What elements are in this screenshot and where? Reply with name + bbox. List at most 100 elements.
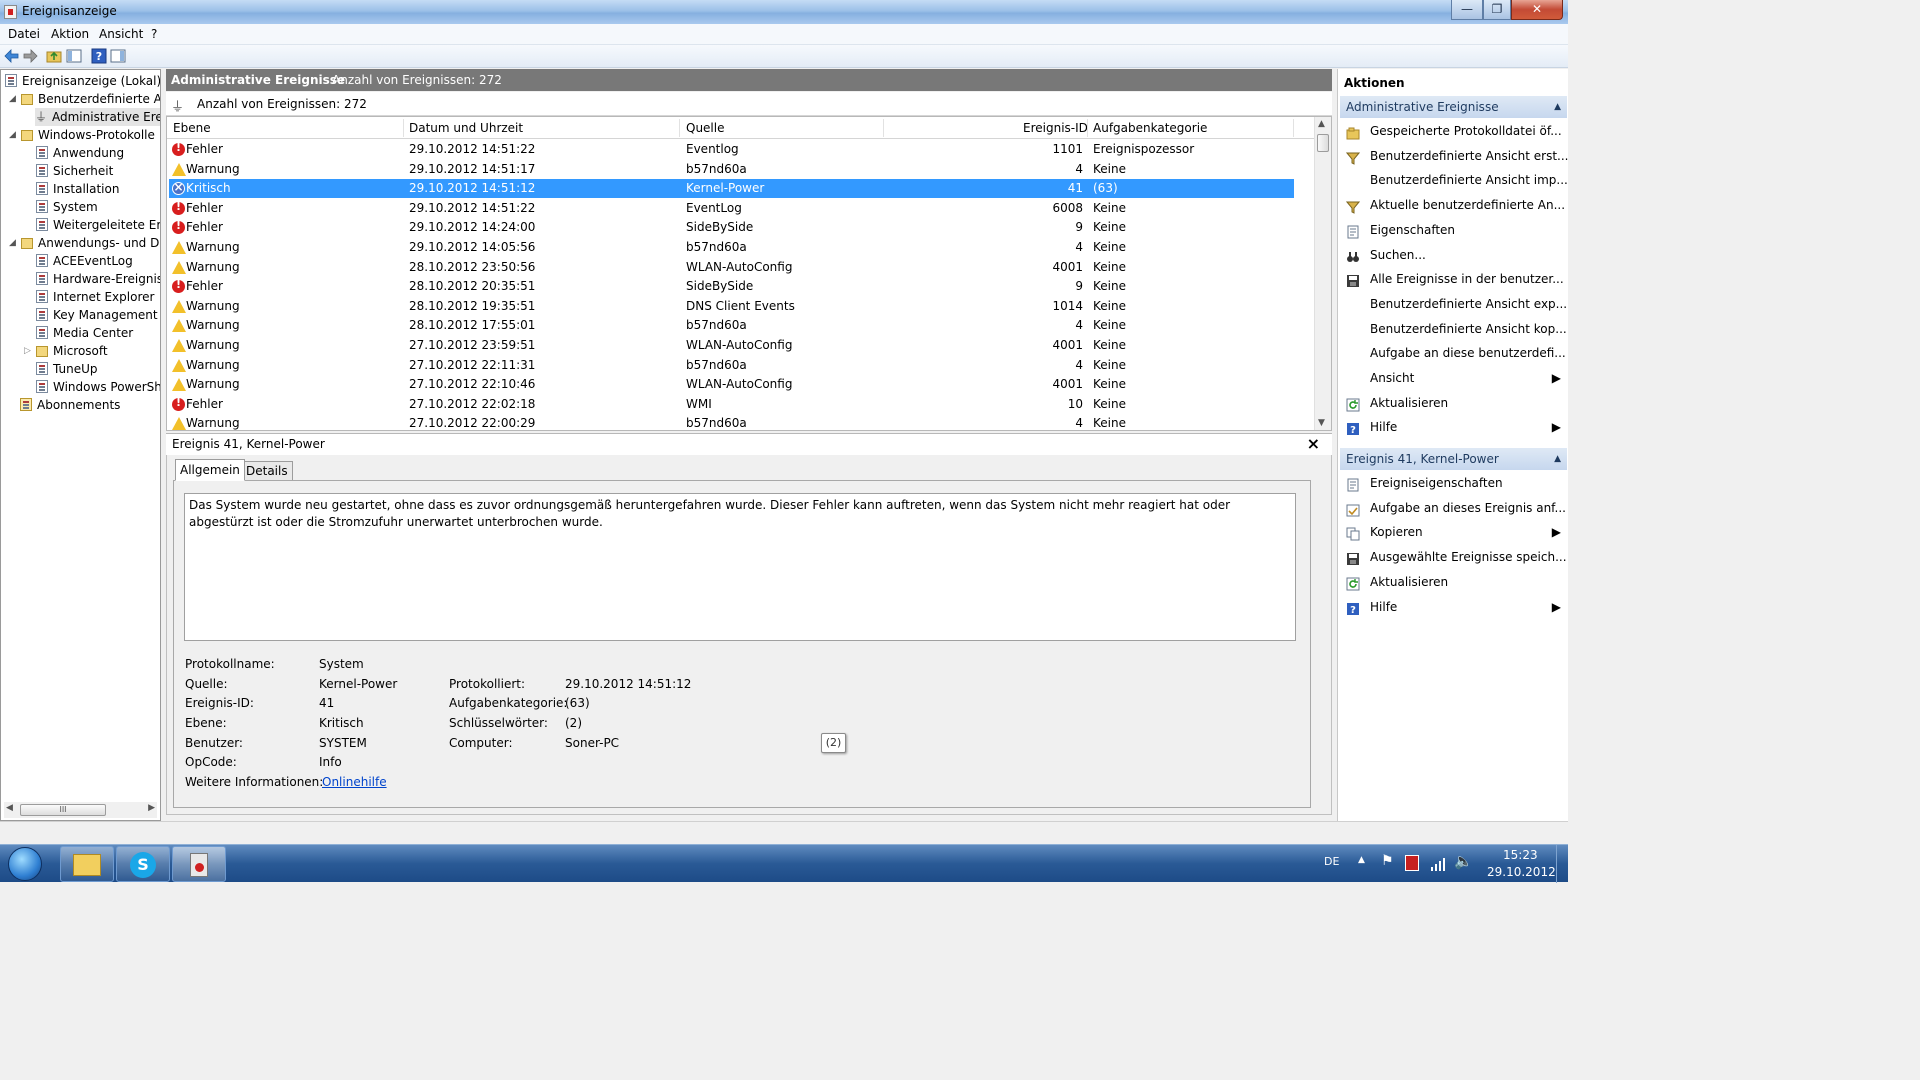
- value-logged[interactable]: 29.10.2012 14:51:12: [565, 677, 691, 691]
- detail-close-icon[interactable]: ×: [1307, 434, 1320, 453]
- collapse-icon[interactable]: ▲: [1554, 96, 1561, 118]
- expand-triangle-icon[interactable]: ◢: [9, 90, 16, 108]
- taskbar-skype[interactable]: S: [116, 846, 170, 882]
- action-item[interactable]: Gespeicherte Protokolldatei öf...: [1340, 119, 1567, 143]
- action-item[interactable]: Ereigniseigenschaften: [1340, 471, 1567, 495]
- value-event-id[interactable]: 41: [319, 696, 334, 710]
- action-item[interactable]: ? Hilfe ▶: [1340, 595, 1567, 619]
- value-user[interactable]: SYSTEM: [319, 736, 367, 750]
- clock-time[interactable]: 15:23: [1503, 848, 1538, 862]
- action-item[interactable]: Alle Ereignisse in der benutzer...: [1340, 267, 1567, 291]
- table-row[interactable]: Warnung 28.10.2012 23:50:56 WLAN-AutoConfi…: [169, 258, 1294, 277]
- tab-details[interactable]: Details: [241, 461, 293, 481]
- column-header-source[interactable]: Quelle: [686, 121, 724, 135]
- start-button[interactable]: [4, 845, 44, 883]
- online-help-link[interactable]: Onlinehilfe: [322, 775, 387, 789]
- tree-item-admin-events[interactable]: ⏚ Administrative Ereig: [35, 108, 160, 126]
- tab-general[interactable]: Allgemein: [175, 459, 245, 481]
- network-signal-icon[interactable]: [1430, 857, 1446, 871]
- tree-label: ACEEventLog: [53, 254, 133, 268]
- table-vertical-scrollbar[interactable]: ▲ ▼: [1314, 117, 1331, 430]
- value-task-category[interactable]: (63): [565, 696, 590, 710]
- menu-help[interactable]: ?: [151, 27, 157, 41]
- value-opcode[interactable]: Info: [319, 755, 342, 769]
- table-row[interactable]: Fehler 29.10.2012 14:24:00 SideBySide 9 Kein…: [169, 218, 1294, 237]
- table-row[interactable]: Warnung 29.10.2012 14:51:17 b57nd60a 4 Keine: [169, 160, 1294, 179]
- action-item[interactable]: Benutzerdefinierte Ansicht imp...: [1340, 168, 1568, 192]
- action-item[interactable]: Eigenschaften: [1340, 218, 1567, 242]
- forward-arrow-icon[interactable]: [22, 48, 38, 64]
- action-item[interactable]: Ausgewählte Ereignisse speich...: [1340, 545, 1567, 569]
- value-keywords[interactable]: (2): [565, 716, 582, 730]
- column-header-category[interactable]: Aufgabenkategorie: [1093, 121, 1207, 135]
- scroll-thumb[interactable]: III: [20, 804, 106, 816]
- action-item[interactable]: Aktuelle benutzerdefinierte An...: [1340, 193, 1567, 217]
- language-indicator[interactable]: DE: [1324, 855, 1339, 868]
- action-item[interactable]: Kopieren ▶: [1340, 520, 1567, 544]
- minimize-button[interactable]: —: [1451, 0, 1483, 20]
- tree-horizontal-scrollbar[interactable]: ◀ III ▶: [4, 802, 157, 818]
- action-item[interactable]: Benutzerdefinierte Ansicht exp...: [1340, 292, 1567, 316]
- value-computer[interactable]: Soner-PC: [565, 736, 619, 750]
- volume-icon[interactable]: 🔈: [1454, 852, 1473, 870]
- column-header-datetime[interactable]: Datum und Uhrzeit: [409, 121, 523, 135]
- filter-icon: [1345, 198, 1361, 214]
- menu-ansicht[interactable]: Ansicht: [99, 27, 143, 41]
- scroll-down-arrow-icon[interactable]: ▼: [1318, 418, 1325, 428]
- value-log-name[interactable]: System: [319, 657, 364, 671]
- taskbar-explorer[interactable]: [60, 846, 114, 882]
- back-arrow-icon[interactable]: [4, 48, 20, 64]
- action-center-flag-icon[interactable]: ⚑: [1381, 853, 1394, 869]
- table-row[interactable]: Fehler 29.10.2012 14:51:22 Eventlog 1101 Ere…: [169, 140, 1294, 159]
- help-icon[interactable]: ?: [91, 48, 107, 64]
- table-row[interactable]: Kritisch 29.10.2012 14:51:12 Kernel-Power 4…: [169, 179, 1294, 199]
- table-row[interactable]: Fehler 27.10.2012 22:02:18 WMI 10 Keine: [169, 395, 1294, 414]
- expand-triangle-icon[interactable]: ◢: [9, 234, 16, 252]
- up-folder-icon[interactable]: [46, 48, 62, 64]
- action-item[interactable]: Ansicht ▶: [1340, 366, 1567, 390]
- cell-source: DNS Client Events: [686, 298, 795, 313]
- scroll-up-arrow-icon[interactable]: ▲: [1318, 119, 1325, 129]
- expand-triangle-icon[interactable]: ◢: [9, 126, 16, 144]
- value-level[interactable]: Kritisch: [319, 716, 364, 730]
- table-row[interactable]: Warnung 27.10.2012 22:10:46 WLAN-AutoConfi…: [169, 375, 1294, 394]
- show-desktop-button[interactable]: [1556, 845, 1568, 883]
- table-row[interactable]: Warnung 27.10.2012 22:11:31 b57nd60a 4 Keine: [169, 356, 1294, 375]
- menu-aktion[interactable]: Aktion: [51, 27, 89, 41]
- collapsed-triangle-icon[interactable]: ▷: [24, 342, 31, 360]
- action-item[interactable]: Aufgabe an diese benutzerdefi...: [1340, 341, 1567, 365]
- column-header-level[interactable]: Ebene: [173, 121, 211, 135]
- actions-section-event[interactable]: Ereignis 41, Kernel-Power ▲: [1340, 448, 1567, 470]
- table-row[interactable]: Warnung 27.10.2012 23:59:51 WLAN-AutoConfi…: [169, 336, 1294, 355]
- table-row[interactable]: Fehler 28.10.2012 20:35:51 SideBySide 9 Kein…: [169, 277, 1294, 296]
- collapse-icon[interactable]: ▲: [1554, 448, 1561, 470]
- action-item[interactable]: Aktualisieren: [1340, 391, 1567, 415]
- value-source[interactable]: Kernel-Power: [319, 677, 397, 691]
- scroll-right-arrow-icon[interactable]: ▶: [148, 803, 155, 813]
- column-header-event-id[interactable]: Ereignis-ID: [1023, 121, 1088, 135]
- menu-datei[interactable]: Datei: [8, 27, 40, 41]
- scroll-thumb[interactable]: [1317, 134, 1329, 152]
- table-row[interactable]: Warnung 28.10.2012 17:55:01 b57nd60a 4 Keine: [169, 316, 1294, 335]
- action-item[interactable]: Benutzerdefinierte Ansicht erst...: [1340, 144, 1569, 168]
- actions-section-admin-events[interactable]: Administrative Ereignisse ▲: [1340, 96, 1567, 118]
- table-row[interactable]: Warnung 29.10.2012 14:05:56 b57nd60a 4 Keine: [169, 238, 1294, 257]
- taskbar-event-viewer[interactable]: [172, 846, 226, 882]
- show-hide-tree-icon[interactable]: [66, 48, 82, 64]
- event-description[interactable]: Das System wurde neu gestartet, ohne das…: [184, 493, 1296, 641]
- action-item[interactable]: Aktualisieren: [1340, 570, 1567, 594]
- clock-date[interactable]: 29.10.2012: [1487, 865, 1556, 879]
- show-hidden-icons-icon[interactable]: ▲: [1358, 855, 1365, 865]
- table-row[interactable]: Warnung 28.10.2012 19:35:51 DNS Client Eve…: [169, 297, 1294, 316]
- action-item[interactable]: Aufgabe an dieses Ereignis anf...: [1340, 496, 1567, 520]
- action-item[interactable]: ? Hilfe ▶: [1340, 415, 1567, 439]
- close-button[interactable]: ✕: [1511, 0, 1563, 20]
- action-item[interactable]: Benutzerdefinierte Ansicht kop...: [1340, 317, 1567, 341]
- maximize-button[interactable]: ❐: [1483, 0, 1511, 20]
- show-hide-actions-icon[interactable]: [110, 48, 126, 64]
- table-row[interactable]: Warnung 27.10.2012 22:00:29 b57nd60a 4 Keine: [169, 414, 1294, 430]
- scroll-left-arrow-icon[interactable]: ◀: [6, 803, 13, 813]
- table-row[interactable]: Fehler 29.10.2012 14:51:22 EventLog 6008 Kei…: [169, 199, 1294, 218]
- power-status-icon[interactable]: [1405, 855, 1419, 871]
- action-item[interactable]: Suchen...: [1340, 243, 1567, 267]
